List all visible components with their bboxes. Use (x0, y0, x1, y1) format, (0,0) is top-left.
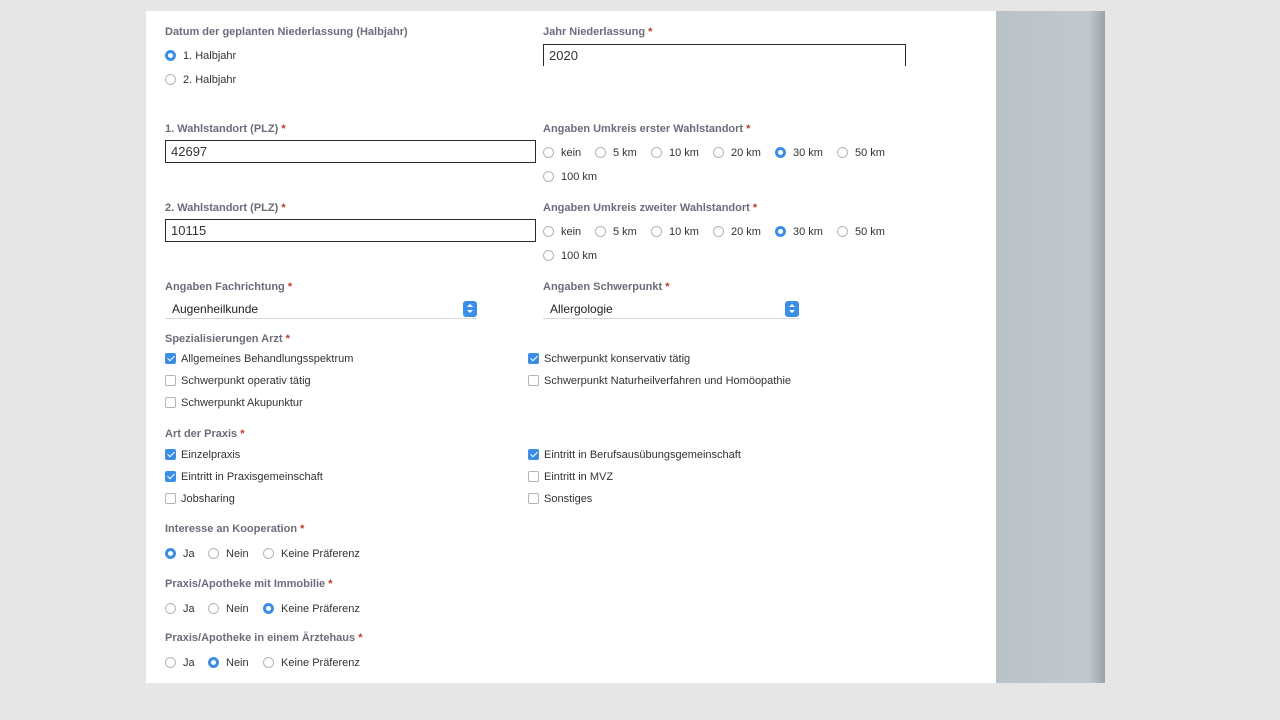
spec-naturopathy-checkbox[interactable] (528, 375, 539, 386)
half-year-2-label: 2. Halbjahr (183, 74, 237, 86)
specialty-select-value: Augenheilkunde (172, 302, 259, 316)
radius2-50km-label: 50 km (855, 226, 885, 238)
radius1-kein-label: kein (561, 147, 582, 159)
cooperation-yes-label: Ja (183, 548, 195, 560)
spec-naturopathy-label: Schwerpunkt Naturheilverfahren und Homöo… (544, 375, 792, 387)
doctors-house-no-radio[interactable] (208, 657, 219, 668)
radius2-kein-radio[interactable] (543, 226, 554, 237)
planned-date-label: Datum der geplanten Niederlassung (Halbj… (165, 26, 408, 38)
radius2-5km-label: 5 km (613, 226, 637, 238)
real-estate-none-label: Keine Präferenz (281, 603, 360, 615)
spec-conservative-label: Schwerpunkt konservativ tätig (544, 353, 691, 365)
real-estate-none-radio[interactable] (263, 603, 274, 614)
select-arrows-icon (463, 301, 477, 317)
doctors-house-label: Praxis/Apotheke in einem Ärztehaus * (165, 632, 363, 644)
real-estate-no-label: Nein (226, 603, 249, 615)
practice-single-label: Einzelpraxis (181, 449, 241, 461)
radius1-label: Angaben Umkreis erster Wahlstandort * (543, 123, 751, 135)
radius1-5km-label: 5 km (613, 147, 637, 159)
cooperation-no-label: Nein (226, 548, 249, 560)
cooperation-yes-radio[interactable] (165, 548, 176, 559)
real-estate-yes-radio[interactable] (165, 603, 176, 614)
radius2-10km-radio[interactable] (651, 226, 662, 237)
practice-community-label: Eintritt in Praxisgemeinschaft (181, 471, 323, 483)
practice-other-label: Sonstiges (544, 493, 593, 505)
radius2-50km-radio[interactable] (837, 226, 848, 237)
radius1-20km-radio[interactable] (713, 147, 724, 158)
spec-operative-checkbox[interactable] (165, 375, 176, 386)
real-estate-label: Praxis/Apotheke mit Immobilie * (165, 578, 333, 590)
year-input[interactable]: 2020 (543, 44, 906, 66)
location2-label: 2. Wahlstandort (PLZ) * (165, 202, 286, 214)
spec-operative-label: Schwerpunkt operativ tätig (181, 375, 311, 387)
location2-input[interactable]: 10115 (165, 219, 536, 242)
practice-jobsharing-label: Jobsharing (181, 493, 235, 505)
practice-type-label: Art der Praxis * (165, 428, 245, 440)
spec-acupuncture-label: Schwerpunkt Akupunktur (181, 397, 303, 409)
select-arrows-icon (785, 301, 799, 317)
radius1-100km-label: 100 km (561, 171, 598, 183)
radius1-50km-label: 50 km (855, 147, 885, 159)
practice-single-checkbox[interactable] (165, 449, 176, 460)
real-estate-yes-label: Ja (183, 603, 195, 615)
practice-bag-checkbox[interactable] (528, 449, 539, 460)
spec-acupuncture-checkbox[interactable] (165, 397, 176, 408)
practice-other-checkbox[interactable] (528, 493, 539, 504)
radius1-10km-label: 10 km (669, 147, 699, 159)
specializations-label: Spezialisierungen Arzt * (165, 333, 290, 345)
radius2-5km-radio[interactable] (595, 226, 606, 237)
doctors-house-no-label: Nein (226, 657, 249, 669)
year-label: Jahr Niederlassung * (543, 26, 653, 38)
half-year-2-radio[interactable] (165, 74, 176, 85)
specialty-label: Angaben Fachrichtung * (165, 281, 293, 293)
radius2-30km-radio[interactable] (775, 226, 786, 237)
radius2-20km-radio[interactable] (713, 226, 724, 237)
radius2-20km-label: 20 km (731, 226, 761, 238)
focus-select-value: Allergologie (550, 302, 613, 316)
focus-select[interactable]: Allergologie (543, 300, 799, 319)
practice-jobsharing-checkbox[interactable] (165, 493, 176, 504)
doctors-house-none-label: Keine Präferenz (281, 657, 360, 669)
radius1-30km-radio[interactable] (775, 147, 786, 158)
cooperation-none-radio[interactable] (263, 548, 274, 559)
real-estate-no-radio[interactable] (208, 603, 219, 614)
radius1-30km-label: 30 km (793, 147, 823, 159)
practice-mvz-checkbox[interactable] (528, 471, 539, 482)
cooperation-label: Interesse an Kooperation * (165, 523, 305, 535)
radius2-kein-label: kein (561, 226, 582, 238)
location1-input[interactable]: 42697 (165, 140, 536, 163)
practice-community-checkbox[interactable] (165, 471, 176, 482)
doctors-house-yes-label: Ja (183, 657, 195, 669)
cooperation-no-radio[interactable] (208, 548, 219, 559)
side-panel (996, 11, 1105, 683)
radius1-50km-radio[interactable] (837, 147, 848, 158)
radius2-30km-label: 30 km (793, 226, 823, 238)
cooperation-none-label: Keine Präferenz (281, 548, 360, 560)
radius1-10km-radio[interactable] (651, 147, 662, 158)
spec-general-label: Allgemeines Behandlungsspektrum (181, 353, 354, 365)
half-year-1-label: 1. Halbjahr (183, 50, 237, 62)
radius2-10km-label: 10 km (669, 226, 699, 238)
spec-conservative-checkbox[interactable] (528, 353, 539, 364)
radius1-20km-label: 20 km (731, 147, 761, 159)
radius2-100km-radio[interactable] (543, 250, 554, 261)
practice-bag-label: Eintritt in Berufsausübungsgemeinschaft (544, 449, 741, 461)
radius1-5km-radio[interactable] (595, 147, 606, 158)
focus-label: Angaben Schwerpunkt * (543, 281, 670, 293)
radius2-100km-label: 100 km (561, 250, 598, 262)
form-card: Datum der geplanten Niederlassung (Halbj… (146, 11, 996, 683)
radius1-100km-radio[interactable] (543, 171, 554, 182)
doctors-house-none-radio[interactable] (263, 657, 274, 668)
radius1-kein-radio[interactable] (543, 147, 554, 158)
spec-general-checkbox[interactable] (165, 353, 176, 364)
radius2-label: Angaben Umkreis zweiter Wahlstandort * (543, 202, 758, 214)
half-year-1-radio[interactable] (165, 50, 176, 61)
practice-mvz-label: Eintritt in MVZ (544, 471, 614, 483)
location1-label: 1. Wahlstandort (PLZ) * (165, 123, 286, 135)
doctors-house-yes-radio[interactable] (165, 657, 176, 668)
specialty-select[interactable]: Augenheilkunde (165, 300, 477, 319)
